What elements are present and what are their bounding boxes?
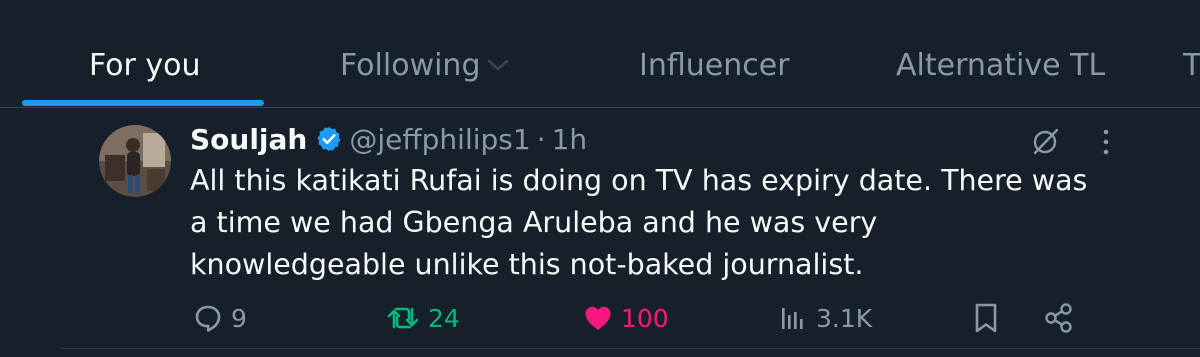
- grok-icon[interactable]: [1030, 125, 1062, 157]
- tab-for-you[interactable]: For you: [89, 48, 201, 83]
- retweet-count: 24: [428, 303, 460, 333]
- tweet-text-line: knowledgeable unlike this not-baked jour…: [190, 248, 864, 281]
- reply-count: 9: [231, 303, 247, 333]
- tweet-text: All this katikati Rufai is doing on TV h…: [190, 160, 1150, 286]
- verified-badge-icon: [317, 126, 341, 152]
- reply-icon: [195, 305, 221, 332]
- tab-following[interactable]: Following: [340, 48, 481, 83]
- heart-icon: [585, 306, 611, 330]
- views-button[interactable]: 3.1K: [778, 298, 872, 338]
- timeline-tabs: For you Following Influencer Alternative…: [0, 0, 1200, 108]
- bookmark-button[interactable]: [972, 298, 1008, 338]
- timestamp[interactable]: 1h: [552, 123, 588, 156]
- retweet-button[interactable]: 24: [386, 298, 460, 338]
- analytics-icon: [782, 308, 803, 329]
- like-button[interactable]: 100: [583, 298, 669, 338]
- bookmark-icon: [975, 303, 997, 333]
- tweet-text-line: a time we had Gbenga Aruleba and he was …: [190, 206, 878, 239]
- user-handle[interactable]: @jeffphilips1: [349, 123, 530, 156]
- share-button[interactable]: [1044, 298, 1082, 338]
- view-count: 3.1K: [816, 303, 873, 333]
- chevron-down-icon[interactable]: [486, 58, 510, 72]
- display-name[interactable]: Souljah: [190, 123, 307, 156]
- separator-dot: ·: [536, 122, 546, 156]
- tab-partial[interactable]: T: [1183, 48, 1200, 83]
- tweet-text-line: All this katikati Rufai is doing on TV h…: [190, 164, 1088, 197]
- reply-button[interactable]: 9: [193, 298, 247, 338]
- like-count: 100: [621, 303, 669, 333]
- retweet-icon: [387, 307, 419, 329]
- share-icon: [1045, 303, 1072, 333]
- avatar[interactable]: [99, 125, 171, 197]
- tweet-divider: [60, 348, 1200, 349]
- tweet[interactable]: Souljah @jeffphilips1 · 1h All this kati…: [0, 108, 1200, 357]
- tweet-actions: 9 24 100 3.1K: [0, 298, 1200, 338]
- more-options-icon[interactable]: [1096, 127, 1116, 157]
- tweet-header: Souljah @jeffphilips1 · 1h: [190, 119, 587, 159]
- tab-influencer[interactable]: Influencer: [639, 48, 790, 83]
- active-tab-indicator: [22, 100, 264, 106]
- tab-alternative-tl[interactable]: Alternative TL: [896, 48, 1105, 83]
